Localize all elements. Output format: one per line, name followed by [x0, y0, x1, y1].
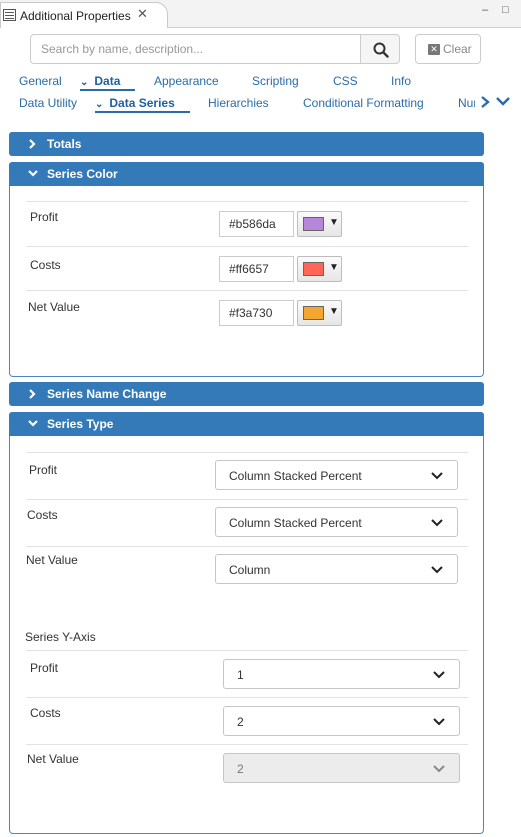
tab-data-series[interactable]: ⌄ Data Series: [95, 96, 175, 110]
chevron-down-icon: [28, 170, 38, 177]
minimize-icon[interactable]: –: [482, 4, 488, 16]
series-color-label-costs: Costs: [30, 258, 61, 272]
panel-title-series-type: Series Type: [47, 417, 114, 431]
panel-header-series-color[interactable]: Series Color: [9, 162, 484, 186]
chevron-down-icon: [28, 420, 38, 427]
select-value: 2: [237, 762, 244, 776]
view-tab[interactable]: Additional Properties ✕: [0, 2, 168, 28]
search-field[interactable]: [30, 34, 361, 64]
select-value: 2: [237, 715, 244, 729]
profit-series-type-select[interactable]: Column Stacked Percent: [215, 460, 458, 490]
color-swatch: [303, 262, 324, 276]
tab-conditional-formatting[interactable]: Conditional Formatting: [303, 96, 424, 110]
select-value: Column: [229, 563, 271, 577]
row-divider: [26, 546, 468, 547]
panel-body-series-color: Profit ▼ Costs ▼ Net Value ▼: [9, 186, 484, 377]
search-icon: [373, 42, 389, 58]
chevron-down-icon: [431, 472, 443, 480]
costs-series-type-select[interactable]: Column Stacked Percent: [215, 507, 458, 537]
search-input[interactable]: [31, 35, 360, 63]
costs-color-hex-input[interactable]: [219, 256, 294, 282]
panel-title-series-color: Series Color: [47, 167, 118, 181]
panel-body-series-type: Profit Column Stacked Percent Costs Colu…: [9, 436, 484, 834]
row-divider: [26, 499, 468, 500]
row-divider: [26, 290, 468, 291]
maximize-icon[interactable]: □: [502, 4, 509, 16]
tab-appearance[interactable]: Appearance: [154, 74, 219, 88]
panel-title-series-name-change: Series Name Change: [47, 387, 167, 401]
panel-header-series-name-change[interactable]: Series Name Change: [9, 382, 484, 406]
chevron-down-icon: [431, 566, 443, 574]
costs-y-axis-select[interactable]: 2: [223, 706, 460, 736]
net-value-color-picker[interactable]: ▼: [297, 300, 342, 326]
tab-scripting[interactable]: Scripting: [252, 74, 299, 88]
tab-hierarchies[interactable]: Hierarchies: [208, 96, 269, 110]
chevron-down-icon: ⌄: [95, 99, 104, 110]
tab-data[interactable]: ⌄ Data: [80, 74, 120, 88]
chevron-down-icon: [433, 765, 445, 773]
tab-scroll-arrows: [475, 91, 513, 112]
tab-number-format[interactable]: Nur: [458, 96, 475, 110]
tab-data-label: Data: [94, 74, 121, 88]
chevron-right-icon: [29, 389, 36, 399]
chevron-down-icon: [433, 671, 445, 679]
view-titlebar: Additional Properties ✕ – □: [0, 0, 521, 28]
tab-data-series-underline: [95, 111, 190, 113]
row-divider: [26, 744, 468, 745]
profit-color-hex-input[interactable]: [219, 211, 294, 237]
y-axis-label-net-value: Net Value: [27, 752, 79, 766]
chevron-down-icon: [431, 519, 443, 527]
row-divider: [26, 246, 468, 247]
properties-view-icon: [3, 9, 16, 21]
series-type-label-net-value: Net Value: [26, 553, 78, 567]
color-swatch: [303, 306, 324, 320]
panel-title-totals: Totals: [47, 137, 82, 151]
panel-header-totals[interactable]: Totals: [9, 132, 484, 156]
clear-button-label: Clear: [443, 42, 472, 56]
tab-data-utility[interactable]: Data Utility: [19, 96, 77, 110]
tab-info[interactable]: Info: [391, 74, 411, 88]
row-divider: [26, 697, 468, 698]
profit-y-axis-select[interactable]: 1: [223, 659, 460, 689]
color-swatch: [303, 217, 324, 231]
chevron-right-icon: [29, 139, 36, 149]
tab-general[interactable]: General: [19, 74, 62, 88]
select-value: Column Stacked Percent: [229, 516, 362, 530]
panel-header-series-type[interactable]: Series Type: [9, 412, 484, 436]
y-axis-label-profit: Profit: [30, 661, 59, 675]
series-type-label-profit: Profit: [29, 463, 58, 477]
tab-data-series-label: Data Series: [109, 96, 175, 110]
clear-x-icon: ✕: [428, 44, 440, 55]
chevron-right-icon[interactable]: [479, 95, 491, 109]
net-value-color-hex-input[interactable]: [219, 300, 294, 326]
y-axis-label-costs: Costs: [30, 706, 61, 720]
profit-color-picker[interactable]: ▼: [297, 211, 342, 237]
series-color-label-profit: Profit: [30, 210, 59, 224]
row-divider: [26, 452, 468, 453]
series-type-label-costs: Costs: [27, 508, 58, 522]
chevron-down-icon: [433, 718, 445, 726]
series-color-label-net-value: Net Value: [28, 300, 80, 314]
net-value-series-type-select[interactable]: Column: [215, 554, 458, 584]
dropdown-arrow-icon: ▼: [329, 306, 339, 317]
row-divider: [26, 201, 468, 202]
tab-css[interactable]: CSS: [333, 74, 358, 88]
close-view-icon[interactable]: ✕: [137, 6, 148, 22]
search-button[interactable]: [360, 34, 400, 64]
dropdown-arrow-icon: ▼: [329, 262, 339, 273]
chevron-down-icon[interactable]: [495, 95, 511, 107]
select-value: Column Stacked Percent: [229, 469, 362, 483]
chevron-down-icon: ⌄: [80, 77, 89, 88]
view-title: Additional Properties: [20, 9, 131, 23]
select-value: 1: [237, 668, 244, 682]
row-divider: [26, 650, 468, 651]
series-y-axis-heading: Series Y-Axis: [25, 630, 96, 644]
tab-data-underline: [80, 89, 135, 91]
clear-button[interactable]: ✕ Clear: [415, 34, 481, 64]
dropdown-arrow-icon: ▼: [329, 217, 339, 228]
costs-color-picker[interactable]: ▼: [297, 256, 342, 282]
net-value-y-axis-select: 2: [223, 753, 460, 783]
